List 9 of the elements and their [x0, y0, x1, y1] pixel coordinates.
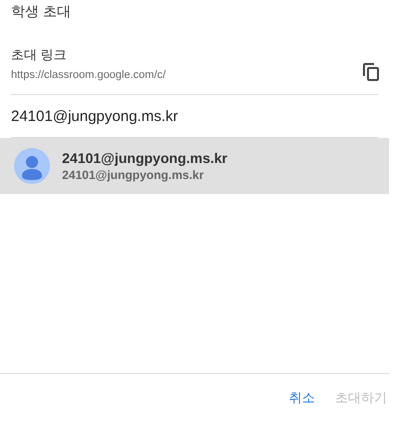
suggestion-name: 24101@jungpyong.ms.kr [62, 150, 228, 166]
avatar-icon [14, 148, 50, 184]
suggestion-email: 24101@jungpyong.ms.kr [62, 168, 205, 182]
copy-icon[interactable] [363, 62, 379, 80]
cancel-button[interactable]: 취소 [283, 384, 321, 410]
invite-link-label: 초대 링크 [11, 46, 68, 64]
suggestion-item[interactable]: 24101@jungpyong.ms.kr 24101@jungpyong.ms.kr [0, 138, 389, 194]
invite-link-url: https://classroom.google.com/c/ [11, 69, 166, 81]
dialog-title: 학생 초대 [10, 2, 72, 21]
